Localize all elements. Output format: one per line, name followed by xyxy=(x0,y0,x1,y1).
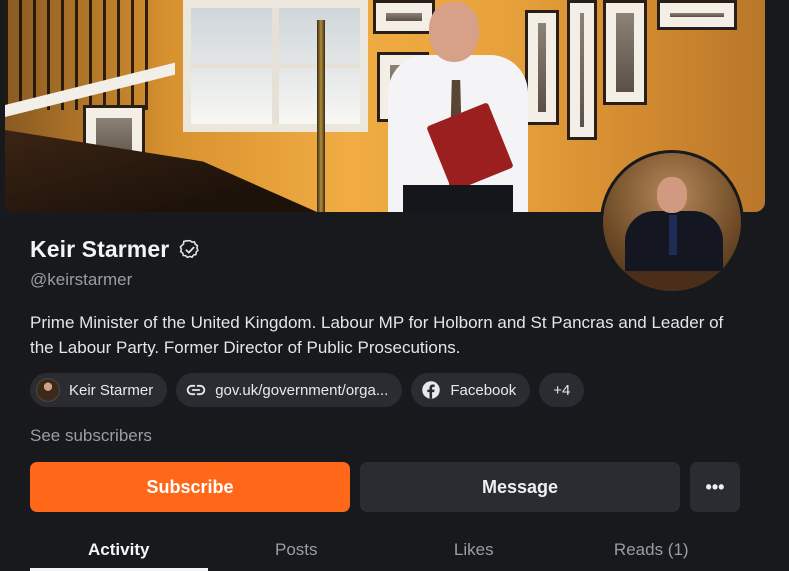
tab-activity[interactable]: Activity xyxy=(30,528,208,571)
tab-likes[interactable]: Likes xyxy=(385,528,563,571)
website-link-chip[interactable]: gov.uk/government/orga... xyxy=(176,373,403,407)
tab-reads[interactable]: Reads (1) xyxy=(563,528,741,571)
more-options-button[interactable]: ••• xyxy=(690,462,740,512)
facebook-icon xyxy=(422,381,441,399)
more-links-chip[interactable]: +4 xyxy=(539,373,585,407)
profile-links: Keir Starmer gov.uk/government/orga... F… xyxy=(30,373,585,407)
profile-name-row: Keir Starmer xyxy=(30,236,201,263)
profile-handle: @keirstarmer xyxy=(30,270,133,289)
message-button[interactable]: Message xyxy=(360,462,680,512)
chip-avatar xyxy=(36,378,60,402)
profile-page: Keir Starmer @keirstarmer Prime Minister… xyxy=(0,0,789,571)
verified-badge-icon xyxy=(179,239,199,258)
profile-avatar[interactable] xyxy=(600,150,744,294)
profile-name: Keir Starmer xyxy=(30,236,170,262)
profile-bio: Prime Minister of the United Kingdom. La… xyxy=(30,313,724,357)
facebook-link-chip[interactable]: Facebook xyxy=(411,373,531,407)
link-icon xyxy=(186,384,206,396)
profile-link-chip[interactable]: Keir Starmer xyxy=(30,373,168,407)
tab-posts[interactable]: Posts xyxy=(208,528,386,571)
subscribe-button[interactable]: Subscribe xyxy=(30,462,350,512)
chip-label: +4 xyxy=(553,381,571,399)
profile-tabs: Activity Posts Likes Reads (1) xyxy=(30,528,740,571)
see-subscribers-link[interactable]: See subscribers xyxy=(30,426,152,446)
chip-label: gov.uk/government/orga... xyxy=(215,381,389,399)
chip-label: Keir Starmer xyxy=(69,381,154,399)
chip-label: Facebook xyxy=(450,381,517,399)
